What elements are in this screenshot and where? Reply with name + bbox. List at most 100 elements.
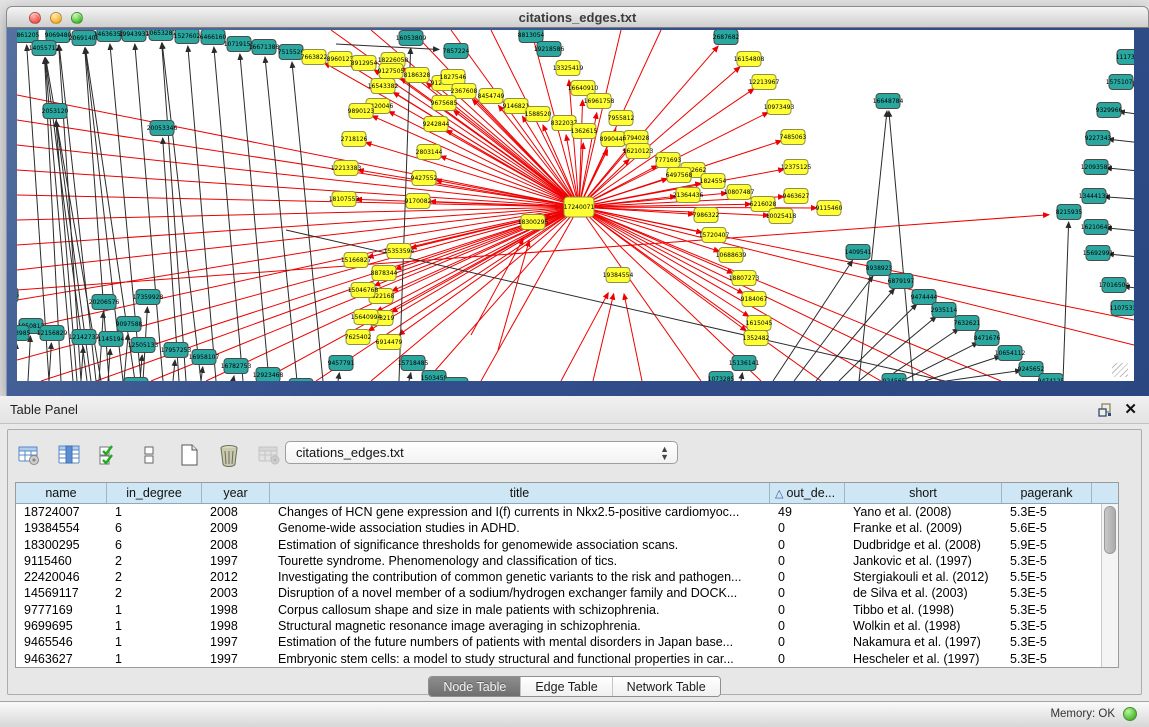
graph-node[interactable]: 6497568 bbox=[666, 168, 693, 183]
graph-node[interactable]: 9457791 bbox=[328, 356, 355, 371]
tab-edge-table[interactable]: Edge Table bbox=[521, 677, 612, 696]
graph-node[interactable]: 15720407 bbox=[699, 228, 730, 243]
column-header-in_degree[interactable]: in_degree bbox=[107, 483, 202, 503]
window-titlebar[interactable]: citations_edges.txt bbox=[6, 6, 1149, 28]
graph-node[interactable]: 8186328 bbox=[404, 68, 431, 83]
graph-node[interactable]: 9474125 bbox=[1038, 374, 1065, 382]
graph-node[interactable]: 16958107 bbox=[189, 350, 220, 365]
table-row[interactable]: 969969511998Structural magnetic resonanc… bbox=[16, 618, 1101, 634]
graph-node[interactable]: 15136141 bbox=[729, 356, 760, 371]
graph-node[interactable]: 16154808 bbox=[734, 52, 765, 67]
table-row[interactable]: 2242004622012Investigating the contribut… bbox=[16, 569, 1101, 585]
graph-node[interactable]: 763712 bbox=[289, 379, 313, 382]
table-row[interactable]: 1938455462009Genome-wide association stu… bbox=[16, 520, 1101, 536]
column-header-out_de[interactable]: △out_de... bbox=[770, 483, 845, 503]
close-panel-icon[interactable]: ✕ bbox=[1124, 400, 1137, 418]
show-hide-columns-icon[interactable] bbox=[56, 442, 82, 468]
graph-node[interactable]: 7485063 bbox=[780, 130, 807, 145]
table-row[interactable]: 1830029562008Estimation of significance … bbox=[16, 537, 1101, 553]
scrollbar-thumb[interactable] bbox=[1104, 506, 1116, 554]
table-settings-icon[interactable] bbox=[16, 442, 42, 468]
graph-node[interactable]: 8912954 bbox=[351, 56, 378, 71]
graph-node[interactable]: 16671388 bbox=[249, 40, 280, 55]
graph-node[interactable]: 16053809 bbox=[396, 31, 427, 46]
table-row[interactable]: 911546021997Tourette syndrome. Phenomeno… bbox=[16, 553, 1101, 569]
graph-node[interactable]: 9427552 bbox=[411, 171, 438, 186]
graph-node[interactable]: 9227343 bbox=[1085, 131, 1112, 146]
graph-node[interactable]: 14055712 bbox=[29, 41, 60, 56]
graph-node[interactable]: 6879197 bbox=[888, 274, 915, 289]
graph-node[interactable]: 16782753 bbox=[221, 359, 252, 374]
graph-node[interactable]: 7771693 bbox=[655, 153, 682, 168]
graph-node[interactable]: 9675685 bbox=[431, 96, 458, 111]
graph-node[interactable]: 9890123 bbox=[348, 104, 375, 119]
vertical-scrollbar[interactable] bbox=[1101, 504, 1118, 667]
graph-node[interactable]: 1362615 bbox=[571, 124, 598, 139]
graph-node[interactable]: 12093582 bbox=[1081, 160, 1112, 175]
graph-node[interactable]: 2803144 bbox=[416, 145, 443, 160]
float-panel-icon[interactable] bbox=[1097, 402, 1113, 418]
graph-node[interactable]: 7632621 bbox=[954, 316, 981, 331]
graph-node[interactable]: 12213383 bbox=[331, 161, 362, 176]
graph-node[interactable]: 9097588 bbox=[116, 317, 143, 332]
graph-node[interactable]: 8878344 bbox=[371, 266, 398, 281]
graph-node[interactable]: 910642 bbox=[124, 378, 148, 382]
graph-node[interactable]: 12375125 bbox=[781, 160, 812, 175]
graph-node[interactable]: 1117310 bbox=[1116, 50, 1134, 65]
graph-node[interactable]: 15166827 bbox=[341, 253, 372, 268]
graph-node[interactable]: 12142737 bbox=[69, 330, 100, 345]
graph-node[interactable]: 6914479 bbox=[376, 335, 403, 350]
graph-node[interactable]: 17359928 bbox=[133, 290, 164, 305]
graph-node[interactable]: 8813054 bbox=[518, 30, 545, 43]
graph-node[interactable]: 8960123 bbox=[327, 52, 354, 67]
graph-node[interactable]: 1107533 bbox=[1110, 301, 1134, 316]
column-header-title[interactable]: title bbox=[270, 483, 770, 503]
graph-node[interactable]: 15751074 bbox=[1106, 75, 1134, 90]
graph-node[interactable]: 1588520 bbox=[525, 107, 552, 122]
graph-node[interactable]: 9463627 bbox=[783, 189, 810, 204]
table-row[interactable]: 1872400712008Changes of HCN gene express… bbox=[16, 504, 1101, 520]
select-visible-columns-icon[interactable] bbox=[96, 442, 122, 468]
graph-node[interactable]: 17957253 bbox=[161, 343, 192, 358]
graph-node[interactable]: 18300295 bbox=[518, 215, 549, 230]
resize-grip-icon[interactable] bbox=[1112, 363, 1128, 377]
delete-table-icon[interactable] bbox=[216, 442, 242, 468]
table-row[interactable]: 977716911998Corpus callosum shape and si… bbox=[16, 602, 1101, 618]
graph-node[interactable]: 7663822 bbox=[301, 50, 328, 65]
graph-node[interactable]: 10654112 bbox=[995, 346, 1026, 361]
graph-node[interactable]: 891305 bbox=[444, 378, 468, 382]
table-row[interactable]: 946362711997Embryonic stem cells: a mode… bbox=[16, 651, 1101, 667]
graph-node[interactable]: 8215935 bbox=[1056, 205, 1083, 220]
graph-node[interactable]: 3313985 bbox=[17, 326, 31, 341]
graph-node[interactable]: 18107553 bbox=[329, 192, 360, 207]
graph-node[interactable]: 10653287 bbox=[146, 30, 177, 41]
graph-node[interactable]: 17016504 bbox=[1099, 278, 1130, 293]
graph-node[interactable]: 15046768 bbox=[348, 283, 379, 298]
graph-node[interactable]: 8471676 bbox=[974, 331, 1001, 346]
column-header-pagerank[interactable]: pagerank bbox=[1002, 483, 1092, 503]
graph-node[interactable]: 12156829 bbox=[37, 326, 68, 341]
graph-node[interactable]: 1827546 bbox=[440, 70, 467, 85]
graph-node[interactable]: 16961758 bbox=[584, 94, 615, 109]
graph-node[interactable]: 12213967 bbox=[749, 75, 780, 90]
graph-node[interactable]: 7955812 bbox=[608, 111, 635, 126]
graph-node[interactable]: 10025418 bbox=[766, 209, 797, 224]
graph-node[interactable]: 9474444 bbox=[911, 290, 938, 305]
graph-node[interactable]: 8454749 bbox=[478, 89, 505, 104]
table-row[interactable]: 1456911722003Disruption of a novel membe… bbox=[16, 585, 1101, 601]
memory-ok-indicator-icon[interactable] bbox=[1123, 707, 1137, 721]
graph-node[interactable]: 9329966 bbox=[1096, 103, 1123, 118]
graph-node[interactable]: 15353594 bbox=[384, 244, 415, 259]
graph-node[interactable]: 17240071 bbox=[564, 197, 595, 217]
graph-node[interactable]: 16648784 bbox=[873, 94, 904, 109]
graph-node[interactable]: 12923468 bbox=[253, 368, 284, 382]
graph-node[interactable]: 15640994 bbox=[351, 310, 382, 325]
graph-node[interactable]: 1503459 bbox=[421, 371, 448, 382]
create-table-icon[interactable] bbox=[176, 442, 202, 468]
graph-node[interactable]: 10807487 bbox=[724, 185, 755, 200]
graph-node[interactable]: 15692991 bbox=[1083, 246, 1114, 261]
graph-node[interactable]: 19218586 bbox=[534, 42, 565, 57]
graph-node[interactable]: 1824554 bbox=[700, 174, 727, 189]
graph-node[interactable]: 18807273 bbox=[729, 271, 760, 286]
graph-node[interactable]: 8938923 bbox=[866, 261, 893, 276]
